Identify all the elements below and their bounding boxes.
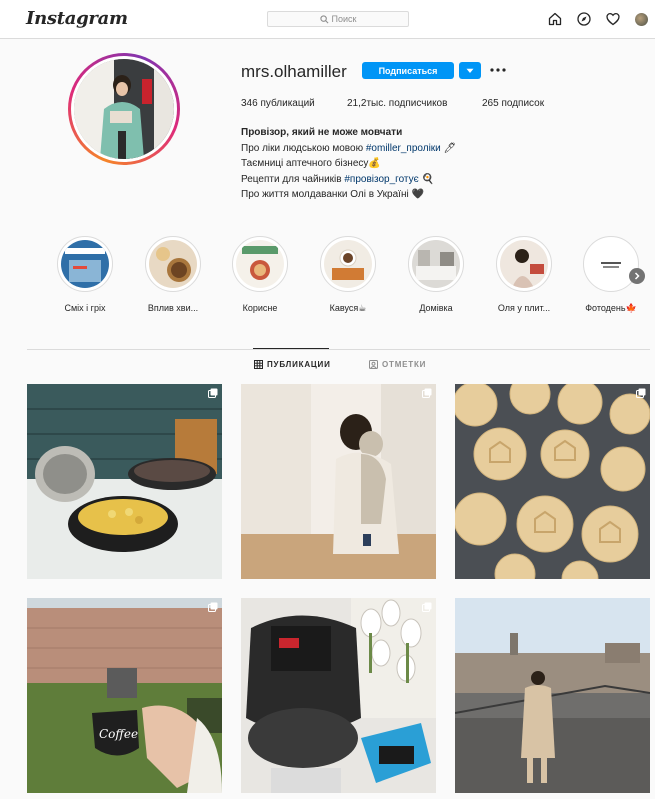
tagged-icon: [369, 360, 378, 369]
post-cookies[interactable]: [455, 384, 650, 579]
home-icon[interactable]: [548, 12, 562, 26]
explore-icon[interactable]: [577, 12, 591, 26]
profile-bio: Провізор, який не може мовчати Про ліки …: [241, 125, 456, 203]
posts-count: 346 публикаций: [241, 98, 315, 109]
post-rooftop[interactable]: [455, 598, 650, 793]
profile-avatar[interactable]: [635, 13, 648, 26]
followers-count[interactable]: 21,2тыс. подписчиков: [347, 98, 447, 109]
tab-tagged[interactable]: ОТМЕТКИ: [369, 360, 426, 369]
tab-tagged-label: ОТМЕТКИ: [382, 360, 427, 369]
tab-posts[interactable]: ПУБЛИКАЦИИ: [254, 360, 331, 369]
highlight-cover: [236, 240, 284, 288]
profile-picture-ring[interactable]: [68, 53, 180, 165]
hashtag-link[interactable]: #omiller_проліки: [366, 143, 441, 154]
instagram-logo[interactable]: Instagram: [26, 8, 128, 29]
more-options-icon[interactable]: [489, 65, 507, 75]
profile-picture: [74, 59, 174, 159]
post-kitchen-stove[interactable]: [27, 384, 222, 579]
profile-username: mrs.olhamiller: [241, 62, 347, 81]
following-count[interactable]: 265 подписок: [482, 98, 544, 109]
highlight-cover: [61, 240, 109, 288]
hashtag-link[interactable]: #провізор_готує: [344, 174, 418, 185]
highlight-label: Домівка: [419, 303, 453, 313]
grid-icon: [254, 360, 263, 369]
carousel-icon: [422, 602, 432, 612]
bio-line-1: Про ліки людською мовою #omiller_проліки…: [241, 142, 457, 154]
bio-line-3: Рецепти для чайників #провізор_готує 🍳: [241, 173, 434, 185]
bio-line-4: Про життя молдаванки Олі в Україні 🖤: [241, 189, 424, 200]
highlight-cover: [324, 240, 372, 288]
highlight-label: Корисне: [242, 303, 278, 313]
active-tab-indicator: [253, 348, 329, 349]
highlight-cover: [149, 240, 197, 288]
bio-line-2: Таємниці аптечного бізнесу💰: [241, 158, 381, 169]
bio-name: Провізор, який не може мовчати: [241, 127, 403, 138]
highlight-cover: [412, 240, 460, 288]
suggested-dropdown-button[interactable]: [459, 62, 481, 79]
highlight-cover: [500, 240, 548, 288]
search-icon: [319, 14, 328, 23]
carousel-icon: [636, 388, 646, 398]
highlight-label: Оля у плит...: [497, 303, 551, 313]
search-input[interactable]: Поиск: [267, 11, 409, 27]
top-navigation-bar: Instagram Поиск: [0, 0, 655, 39]
tab-posts-label: ПУБЛИКАЦИИ: [267, 360, 331, 369]
carousel-icon: [208, 602, 218, 612]
follow-button[interactable]: Подписаться: [362, 62, 454, 79]
svg-text:Coffee: Coffee: [99, 727, 138, 741]
carousel-icon: [422, 388, 432, 398]
chevron-down-icon: [466, 68, 474, 73]
post-multicooker[interactable]: [241, 598, 436, 793]
highlight-label: Вплив хви...: [147, 303, 199, 313]
heart-icon[interactable]: [606, 12, 620, 26]
search-placeholder: Поиск: [331, 14, 357, 24]
post-mother-baby[interactable]: [241, 384, 436, 579]
chevron-right-icon: [634, 272, 640, 280]
highlight-label: Фотодень🍁: [585, 303, 637, 313]
highlight-label: Кавуся☕: [329, 303, 367, 313]
highlight-label: Сміх і гріх: [64, 303, 106, 313]
highlight-cover: [587, 240, 635, 288]
highlights-next-button[interactable]: [629, 268, 645, 284]
post-coffee-garden[interactable]: Coffee: [27, 598, 222, 793]
section-divider: [27, 349, 650, 350]
carousel-icon: [208, 388, 218, 398]
